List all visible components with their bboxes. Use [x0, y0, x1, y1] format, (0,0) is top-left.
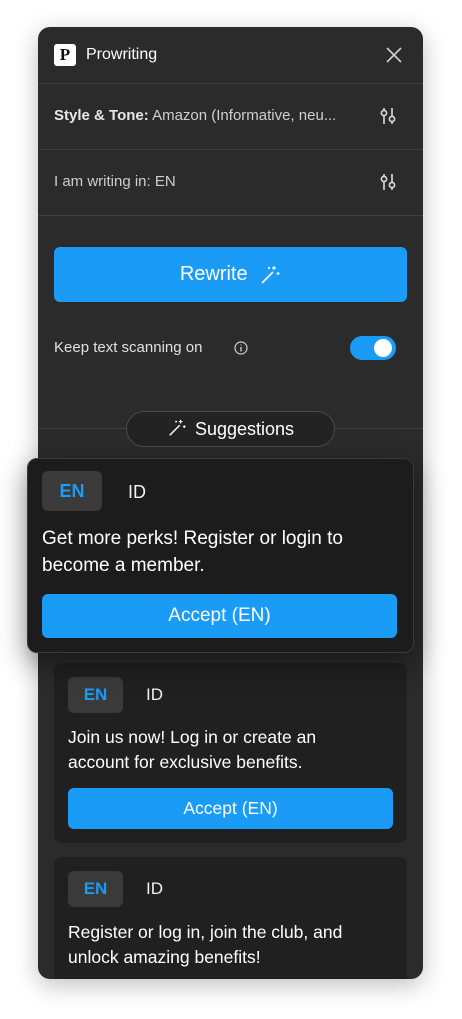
lang-tab-id[interactable]: ID [128, 482, 146, 502]
toggle-knob [374, 339, 392, 357]
style-tone-label: Style & Tone: [54, 107, 149, 124]
suggestion-text: Join us now! Log in or create an account… [68, 727, 317, 772]
close-icon [386, 47, 402, 63]
app-title: Prowriting [86, 46, 158, 63]
scan-toggle[interactable] [350, 336, 396, 360]
rewrite-button[interactable]: Rewrite [54, 247, 407, 302]
suggestion-text: Get more perks! Register or login to bec… [42, 528, 343, 576]
prowriting-logo: P [54, 44, 76, 66]
suggestion-card-active: EN ID Get more perks! Register or login … [27, 458, 414, 653]
suggestions-tab[interactable]: Suggestions [126, 411, 335, 447]
style-tone-value: Amazon (Informative, neu... [152, 107, 337, 124]
suggestion-text: Register or log in, join the club, and u… [68, 922, 343, 967]
accept-button[interactable]: Accept (EN) [68, 788, 393, 829]
suggestion-card: EN ID Join us now! Log in or create an a… [54, 663, 407, 843]
lang-tab-en[interactable]: EN [68, 677, 123, 713]
panel-header: P Prowriting [38, 27, 423, 84]
tune-icon[interactable] [378, 106, 398, 126]
suggestion-card: EN ID Register or log in, join the club,… [54, 857, 407, 979]
language-label: I am writing in: [54, 173, 151, 190]
lang-tab-id[interactable]: ID [146, 879, 163, 899]
language-value: EN [154, 173, 176, 190]
tune-icon[interactable] [378, 172, 398, 192]
rewrite-label: Rewrite [179, 263, 248, 286]
language-row[interactable]: I am writing in: EN [38, 150, 423, 216]
style-tone-row[interactable]: Style & Tone: Amazon (Informative, neu..… [38, 84, 423, 150]
magic-wand-icon [261, 265, 280, 284]
accept-button[interactable]: Accept (EN) [42, 594, 397, 638]
lang-tab-en[interactable]: EN [42, 471, 102, 511]
lang-tab-en[interactable]: EN [68, 871, 123, 907]
scan-label: Keep text scanning on [54, 339, 203, 356]
suggestions-label: Suggestions [194, 419, 295, 439]
close-button[interactable] [384, 45, 404, 65]
lang-tab-id[interactable]: ID [146, 685, 163, 705]
magic-wand-icon [169, 419, 186, 436]
info-icon[interactable] [234, 341, 248, 355]
